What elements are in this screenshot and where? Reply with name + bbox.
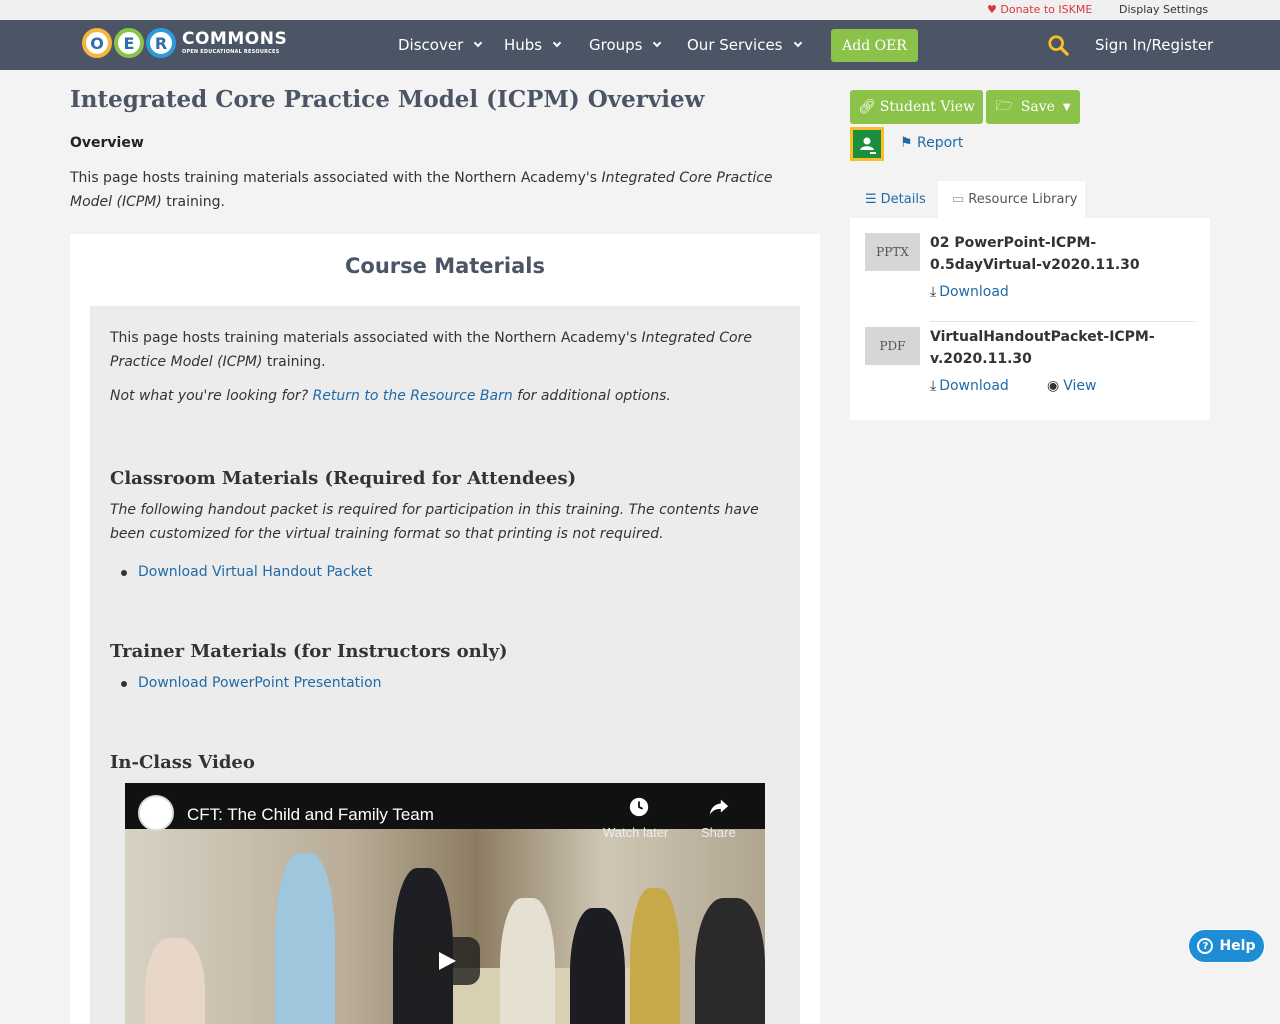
course-materials-card: Course Materials This page hosts trainin… — [70, 234, 820, 1024]
video-thumbnail — [125, 828, 765, 1024]
course-materials-title: Course Materials — [345, 254, 545, 278]
resource-barn-link[interactable]: Return to the Resource Barn — [313, 388, 513, 404]
chevron-down-icon — [793, 38, 802, 48]
sign-in-register-link[interactable]: Sign In/Register — [1095, 36, 1213, 54]
folder-open-icon: 🗁 — [995, 98, 1013, 114]
play-button[interactable] — [412, 937, 480, 985]
nav-groups[interactable]: Groups — [589, 36, 662, 54]
view-link[interactable]: ◉ View — [1047, 378, 1096, 394]
download-powerpoint-link[interactable]: Download PowerPoint Presentation — [121, 675, 382, 691]
search-icon[interactable] — [1047, 34, 1069, 56]
channel-avatar[interactable] — [138, 795, 174, 831]
logo-letter-r: R — [146, 28, 176, 58]
main-navbar: O E R COMMONS OPEN EDUCATIONAL RESOURCES… — [0, 20, 1280, 70]
course-materials-body: This page hosts training materials assoc… — [90, 306, 800, 1024]
download-icon: ⤓ — [930, 378, 937, 394]
resource-library-panel: PPTX 02 PowerPoint-ICPM-0.5dayVirtual-v2… — [850, 218, 1210, 420]
in-class-video-heading: In-Class Video — [110, 752, 255, 773]
logo-word: COMMONS — [182, 29, 288, 49]
download-link[interactable]: ⤓ Download — [930, 378, 1009, 394]
book-icon: ▭ — [952, 192, 965, 207]
classroom-materials-heading: Classroom Materials (Required for Attend… — [110, 468, 577, 489]
chevron-down-icon — [552, 38, 562, 48]
file-type-badge: PDF — [865, 327, 920, 365]
flag-icon: ⚑ — [900, 135, 913, 151]
save-button[interactable]: 🗁 Save ▼ — [986, 90, 1080, 124]
student-view-button[interactable]: 🔗︎ Student View — [850, 90, 983, 124]
embedded-video-player[interactable]: CFT: The Child and Family Team Watch lat… — [125, 783, 765, 1024]
resource-title: 02 PowerPoint-ICPM-0.5dayVirtual-v2020.1… — [930, 235, 1140, 273]
chevron-down-icon — [653, 38, 662, 48]
google-classroom-icon[interactable] — [850, 127, 884, 161]
watch-later-button[interactable]: Watch later — [603, 825, 668, 840]
donate-link[interactable]: ♥ Donate to ISKME — [987, 3, 1092, 16]
add-oer-button[interactable]: Add OER — [831, 29, 918, 62]
chevron-down-icon — [473, 38, 483, 48]
share-button[interactable]: Share — [701, 825, 736, 840]
overview-text: This page hosts training materials assoc… — [70, 170, 773, 210]
course-intro: This page hosts training materials assoc… — [110, 330, 752, 370]
download-handout-link[interactable]: Download Virtual Handout Packet — [120, 564, 372, 580]
logo-letter-e: E — [114, 28, 144, 58]
link-icon: 🔗︎ — [858, 99, 876, 115]
download-link[interactable]: ⤓ Download — [930, 284, 1009, 300]
nav-hubs[interactable]: Hubs — [504, 36, 562, 54]
classroom-materials-description: The following handout packet is required… — [110, 502, 759, 542]
overview-heading: Overview — [70, 135, 144, 151]
resource-tabs: ☰ Details ▭ Resource Library — [850, 181, 1210, 218]
clock-icon[interactable] — [628, 796, 650, 818]
logo-letter-o: O — [82, 28, 112, 58]
file-type-badge: PPTX — [865, 233, 920, 271]
nav-our-services[interactable]: Our Services — [687, 36, 802, 54]
heart-icon: ♥ — [987, 3, 997, 16]
question-icon: ? — [1197, 938, 1214, 954]
utility-bar: ♥ Donate to ISKME Display Settings — [0, 0, 1280, 20]
oer-commons-logo[interactable]: O E R COMMONS OPEN EDUCATIONAL RESOURCES — [82, 25, 287, 61]
help-button[interactable]: ? Help — [1188, 929, 1265, 963]
list-icon: ☰ — [865, 192, 877, 207]
caret-down-icon: ▼ — [1062, 101, 1071, 113]
trainer-materials-heading: Trainer Materials (for Instructors only) — [110, 641, 508, 662]
eye-icon: ◉ — [1047, 378, 1060, 394]
tab-details[interactable]: ☰ Details — [850, 181, 938, 218]
alternative-note: Not what you're looking for? Return to t… — [110, 388, 671, 404]
video-title[interactable]: CFT: The Child and Family Team — [187, 805, 434, 825]
download-icon: ⤓ — [930, 284, 937, 300]
display-settings-link[interactable]: Display Settings — [1119, 3, 1208, 16]
page-title: Integrated Core Practice Model (ICPM) Ov… — [70, 86, 705, 113]
report-link[interactable]: ⚑ Report — [900, 135, 963, 151]
resource-title: VirtualHandoutPacket-ICPM-v.2020.11.30 — [930, 329, 1155, 367]
share-arrow-icon[interactable] — [708, 796, 730, 818]
divider — [930, 321, 1195, 322]
nav-discover[interactable]: Discover — [398, 36, 483, 54]
logo-tagline: OPEN EDUCATIONAL RESOURCES — [182, 49, 280, 55]
tab-resource-library[interactable]: ▭ Resource Library — [938, 181, 1085, 218]
